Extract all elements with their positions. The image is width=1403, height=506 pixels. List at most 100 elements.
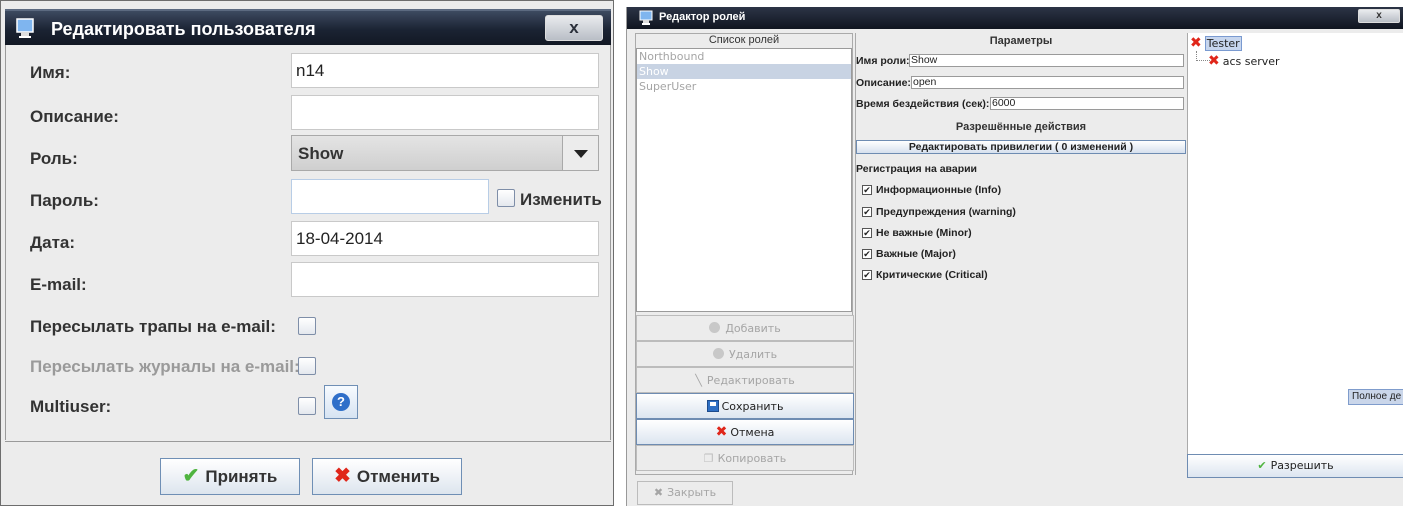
edit-user-dialog: Редактировать пользователя x Имя: n14 Оп…: [0, 0, 614, 506]
monitor-icon: [16, 18, 34, 38]
alarm-major-label: Важные (Major): [876, 248, 956, 260]
parameters-pane: Параметры Имя роли: Show Описание: open …: [855, 33, 1186, 475]
alarm-registration-header: Регистрация на аварии: [856, 163, 978, 175]
allow-button[interactable]: ✔ Разрешить: [1187, 454, 1403, 478]
cancel-button-label: Отменить: [356, 467, 440, 486]
delete-role-label: Удалить: [728, 348, 778, 361]
close-role-editor-label: Закрыть: [667, 486, 717, 499]
cancel-button[interactable]: ✖ Отменить: [312, 458, 462, 495]
close-role-editor-button[interactable]: ✖ Закрыть: [637, 481, 733, 505]
multiuser-checkbox[interactable]: [298, 397, 316, 415]
change-password-checkbox[interactable]: [497, 189, 515, 207]
alarm-warning-checkbox[interactable]: ✔: [862, 207, 872, 217]
copy-icon: ❐: [703, 452, 714, 465]
save-role-label: Сохранить: [721, 400, 784, 413]
role-item-superuser[interactable]: SuperUser: [637, 79, 851, 94]
role-description-input[interactable]: open: [911, 76, 1184, 89]
allowed-actions-header: Разрешённые действия: [955, 121, 1087, 133]
help-icon: ?: [332, 393, 350, 411]
add-icon: [709, 322, 721, 333]
cancel-role-label: Отмена: [730, 426, 775, 439]
accept-button[interactable]: ✔ Принять: [160, 458, 300, 495]
date-input[interactable]: 18-04-2014: [291, 221, 599, 256]
role-editor-titlebar: Редактор ролей x: [627, 7, 1403, 29]
denied-icon: ✖: [1190, 35, 1202, 51]
accept-button-label: Принять: [205, 467, 278, 486]
alarm-minor-label: Не важные (Minor): [876, 227, 972, 239]
tree-node-acs-server[interactable]: ✖ acs server: [1208, 53, 1280, 69]
role-label: Роль:: [30, 149, 78, 168]
edit-user-titlebar: Редактировать пользователя x: [5, 9, 611, 45]
tree-node-tester-label: Tester: [1204, 36, 1242, 51]
full-access-tag: Полное де: [1348, 389, 1403, 405]
role-item-northbound[interactable]: Northbound: [637, 49, 851, 64]
email-label: E-mail:: [30, 275, 87, 294]
role-description-label: Описание:: [856, 77, 911, 89]
forward-logs-checkbox[interactable]: [298, 357, 316, 375]
denied-icon: ✖: [1208, 53, 1220, 69]
alarm-warning-label: Предупреждения (warning): [876, 206, 1016, 218]
add-role-label: Добавить: [725, 322, 781, 335]
forward-logs-label: Пересылать журналы на e-mail:: [30, 357, 300, 376]
add-role-button[interactable]: Добавить: [636, 315, 854, 341]
alarm-info-checkbox[interactable]: ✔: [862, 185, 872, 195]
role-name-label: Имя роли:: [856, 55, 910, 67]
edit-user-form: Имя: n14 Описание: Роль: Show Пароль: Из…: [5, 45, 611, 440]
cross-icon: ✖: [334, 465, 351, 487]
dialog-title: Редактировать пользователя: [51, 19, 316, 39]
alarm-major-checkbox[interactable]: ✔: [862, 249, 872, 259]
cancel-role-button[interactable]: ✖ Отмена: [636, 419, 854, 445]
copy-role-label: Копировать: [717, 452, 787, 465]
role-select[interactable]: Show: [291, 135, 599, 171]
alarm-critical-checkbox[interactable]: ✔: [862, 270, 872, 280]
forward-traps-label: Пересылать трапы на e-mail:: [30, 317, 276, 336]
alarm-critical-label: Критические (Critical): [876, 269, 988, 281]
chevron-down-icon[interactable]: [562, 136, 598, 170]
multiuser-label: Multiuser:: [30, 397, 112, 416]
forward-traps-checkbox[interactable]: [298, 317, 316, 335]
close-dialog-icon: ✖: [653, 486, 664, 499]
name-label: Имя:: [30, 63, 71, 82]
edit-role-button[interactable]: ╲ Редактировать: [636, 367, 854, 393]
tree-node-acs-server-label: acs server: [1222, 55, 1280, 68]
floppy-disk-icon: [706, 400, 719, 412]
pencil-icon: ╲: [695, 374, 702, 387]
allow-button-label: Разрешить: [1270, 459, 1334, 472]
checkmark-icon: ✔: [182, 465, 200, 487]
email-input[interactable]: [291, 262, 599, 297]
edit-role-label: Редактировать: [706, 374, 795, 387]
help-button[interactable]: ?: [324, 385, 358, 419]
copy-role-button[interactable]: ❐ Копировать: [636, 445, 854, 471]
dialog-footer: ✔ Принять ✖ Отменить: [5, 441, 611, 503]
idle-time-input[interactable]: 6000: [990, 97, 1184, 110]
checkmark-icon: ✔: [1257, 459, 1267, 472]
role-editor-dialog: Редактор ролей x Список ролей Northbound…: [626, 7, 1403, 506]
resource-tree-pane: ✖ Tester ✖ acs server Полное де: [1187, 33, 1403, 477]
date-label: Дата:: [30, 233, 76, 252]
password-label: Пароль:: [30, 191, 99, 210]
password-input[interactable]: [291, 179, 489, 214]
role-name-input[interactable]: Show: [909, 54, 1184, 67]
idle-time-label: Время бездействия (сек):: [856, 98, 990, 110]
alarm-minor-checkbox[interactable]: ✔: [862, 228, 872, 238]
role-select-value: Show: [298, 144, 344, 163]
alarm-info-label: Информационные (Info): [876, 184, 1002, 196]
role-item-show[interactable]: Show: [637, 64, 851, 79]
parameters-header: Параметры: [989, 35, 1053, 47]
role-list-header: Список ролей: [708, 34, 780, 46]
save-role-button[interactable]: Сохранить: [636, 393, 854, 419]
role-list[interactable]: Northbound Show SuperUser: [636, 48, 852, 312]
tree-node-tester[interactable]: ✖ Tester: [1190, 35, 1242, 51]
cross-icon: ✖: [715, 424, 728, 440]
description-label: Описание:: [30, 107, 119, 126]
role-editor-title: Редактор ролей: [659, 11, 746, 23]
name-input[interactable]: n14: [291, 53, 599, 88]
delete-role-button[interactable]: Удалить: [636, 341, 854, 367]
edit-privileges-button[interactable]: Редактировать привилегии ( 0 изменений ): [856, 140, 1186, 154]
role-list-pane: Список ролей Northbound Show SuperUser Д…: [635, 33, 854, 475]
close-button[interactable]: x: [545, 15, 603, 41]
change-password-label: Изменить: [520, 190, 602, 209]
description-input[interactable]: [291, 95, 599, 130]
delete-icon: [712, 348, 724, 359]
role-editor-close-button[interactable]: x: [1358, 9, 1400, 23]
